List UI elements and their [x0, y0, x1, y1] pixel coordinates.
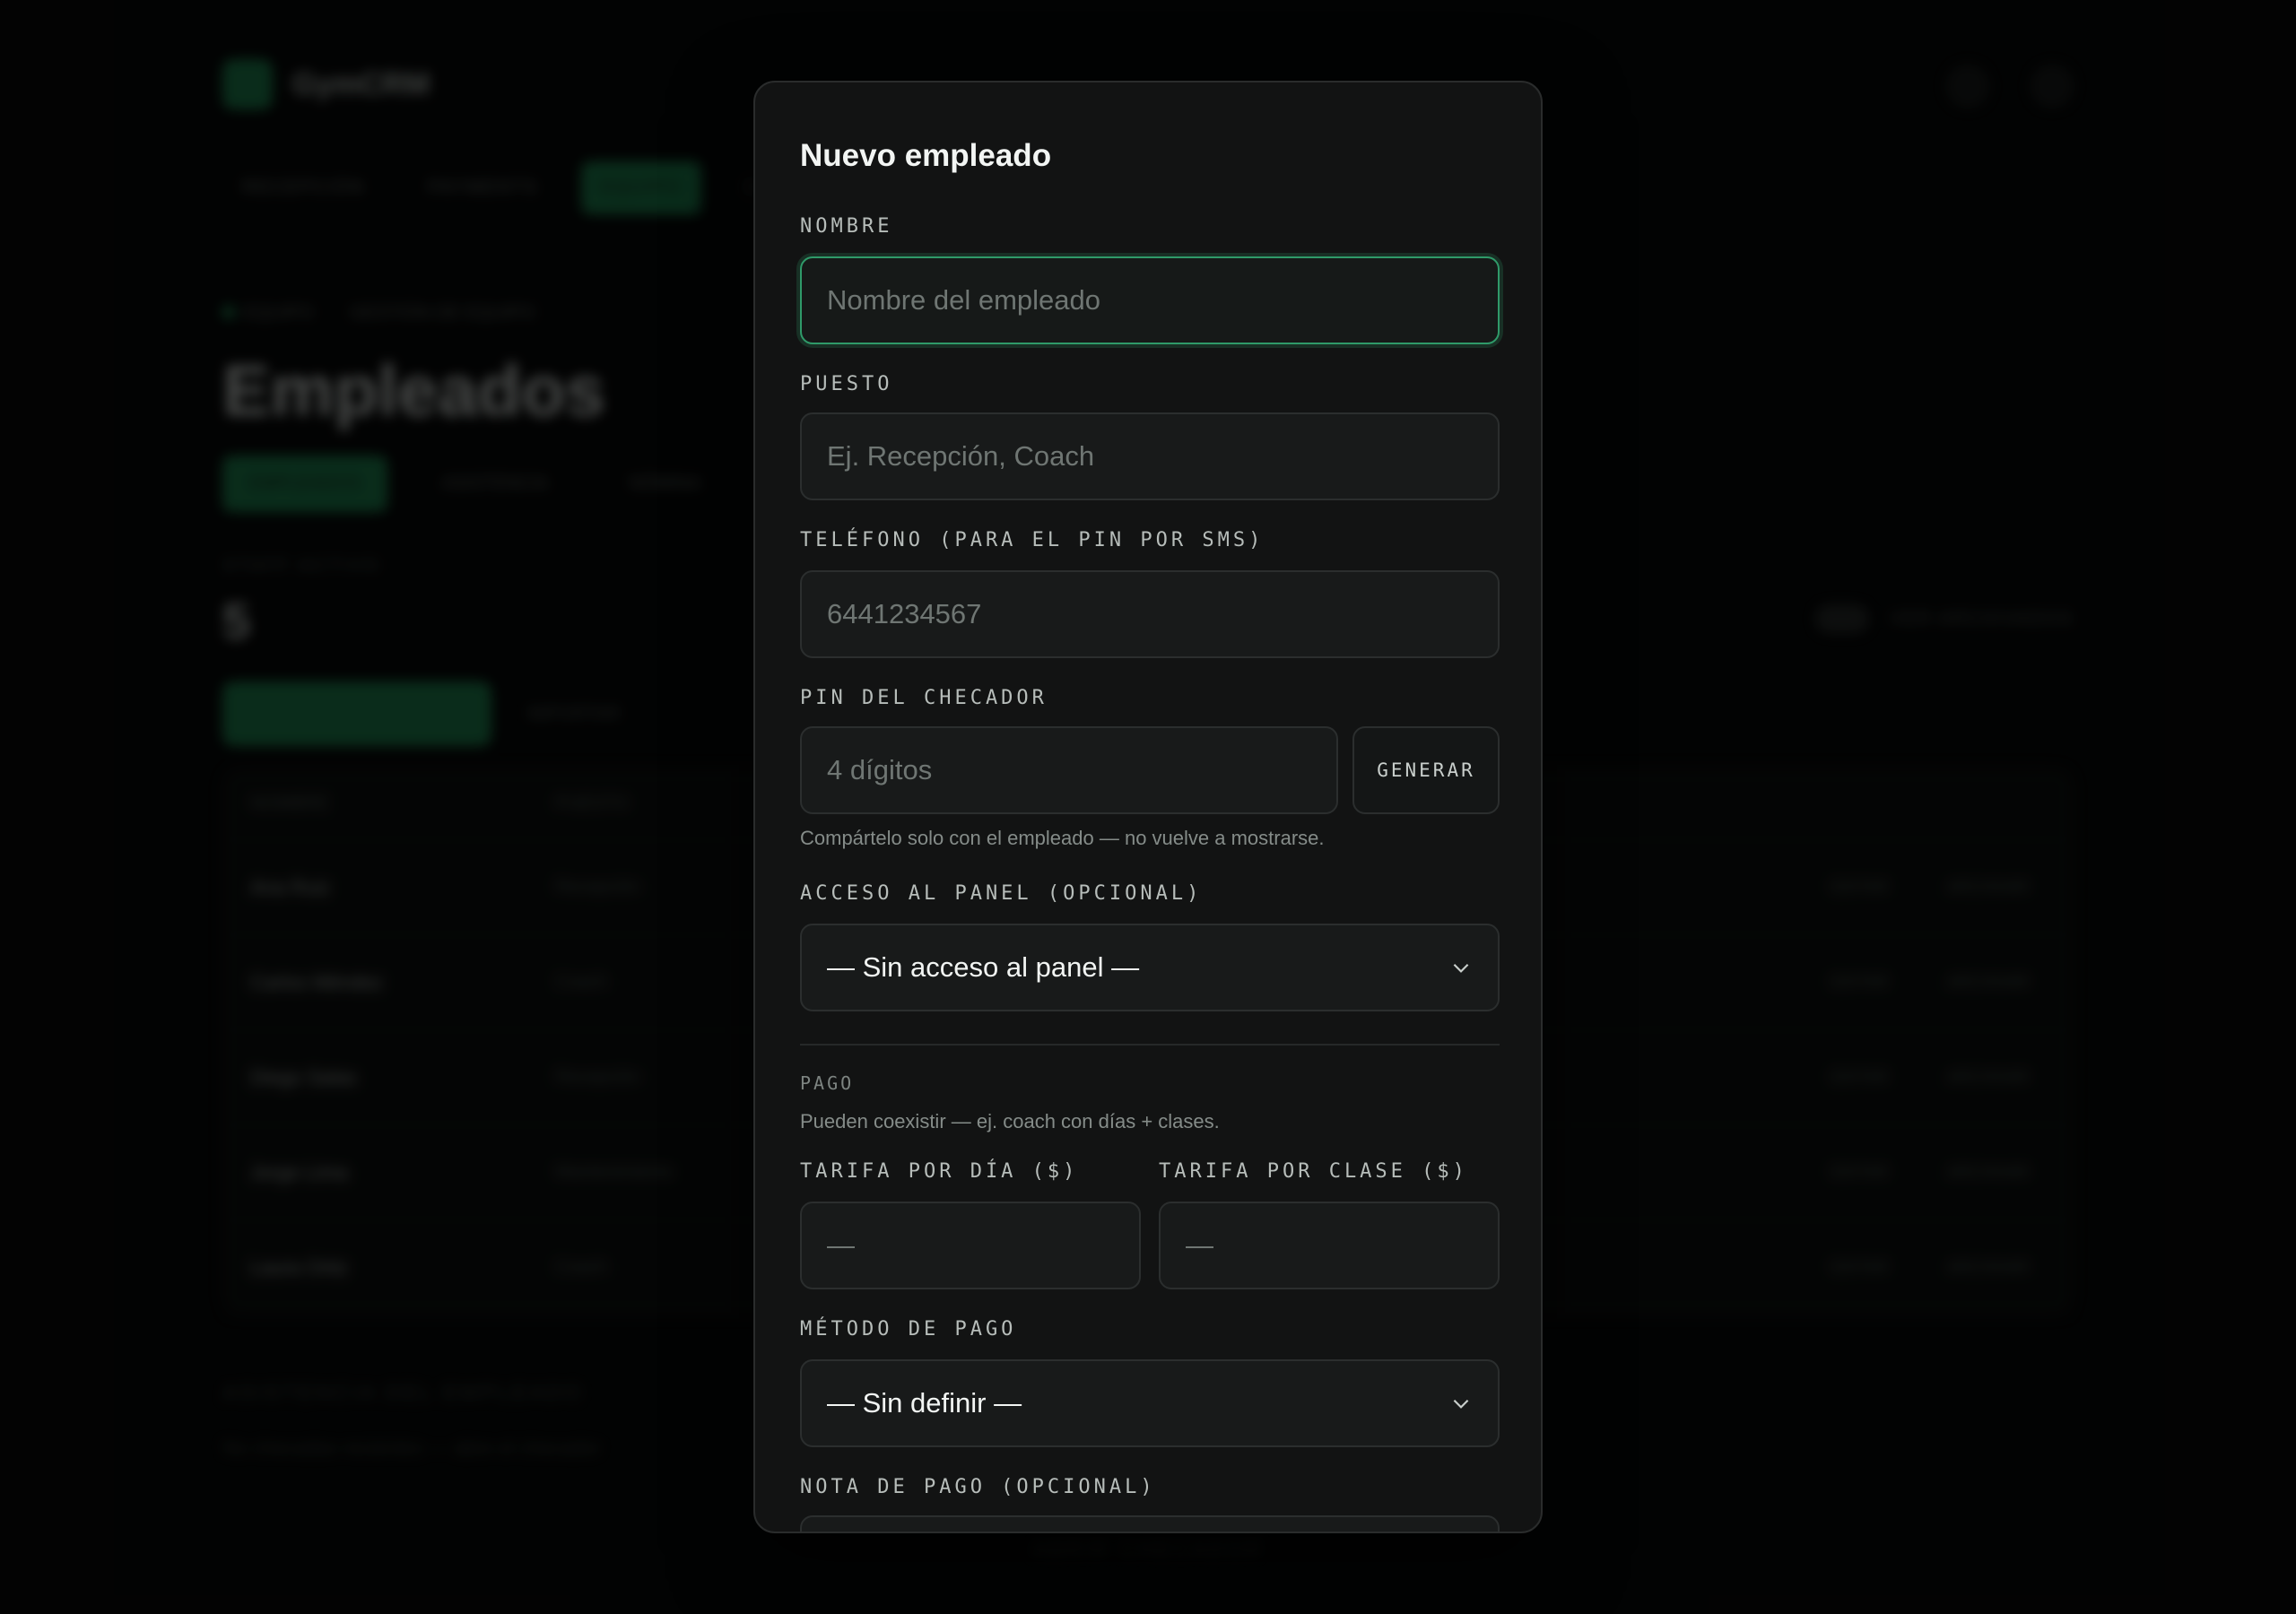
nombre-label: NOMBRE [800, 215, 893, 238]
tarifa-dia-label: TARIFA POR DÍA ($) [800, 1160, 1079, 1183]
telefono-label: TELÉFONO (PARA EL PIN POR SMS) [800, 529, 1265, 551]
chevron-down-icon [1453, 963, 1469, 973]
pago-hint: Pueden coexistir — ej. coach con días + … [800, 1110, 1220, 1132]
metodo-label: MÉTODO DE PAGO [800, 1318, 1017, 1341]
pago-section-label: PAGO [800, 1072, 855, 1094]
dialog-title: Nuevo empleado [800, 138, 1052, 173]
tarifa-clase-input[interactable]: — [1159, 1202, 1500, 1289]
pin-input[interactable]: 4 dígitos [800, 726, 1338, 814]
metodo-select[interactable]: — Sin definir — [800, 1359, 1500, 1447]
tarifa-dia-input[interactable]: — [800, 1202, 1141, 1289]
puesto-input[interactable]: Ej. Recepción, Coach [800, 412, 1500, 500]
pin-hint: Compártelo solo con el empleado — no vue… [800, 827, 1325, 849]
acceso-label: ACCESO AL PANEL (OPCIONAL) [800, 882, 1203, 905]
generate-pin-button[interactable]: GENERAR [1352, 726, 1500, 814]
acceso-select[interactable]: — Sin acceso al panel — [800, 924, 1500, 1011]
section-divider [800, 1044, 1500, 1046]
tarifa-clase-label: TARIFA POR CLASE ($) [1159, 1160, 1468, 1183]
new-employee-dialog: Nuevo empleado NOMBRE Nombre del emplead… [753, 81, 1543, 1533]
nota-label: NOTA DE PAGO (OPCIONAL) [800, 1476, 1156, 1498]
nombre-input[interactable]: Nombre del empleado [800, 256, 1500, 344]
puesto-label: PUESTO [800, 373, 893, 395]
metodo-select-value: — Sin definir — [827, 1387, 1022, 1419]
chevron-down-icon [1453, 1399, 1469, 1409]
nota-input[interactable] [800, 1515, 1500, 1532]
pin-label: PIN DEL CHECADOR [800, 687, 1048, 709]
telefono-input[interactable]: 6441234567 [800, 570, 1500, 658]
acceso-select-value: — Sin acceso al panel — [827, 951, 1140, 983]
